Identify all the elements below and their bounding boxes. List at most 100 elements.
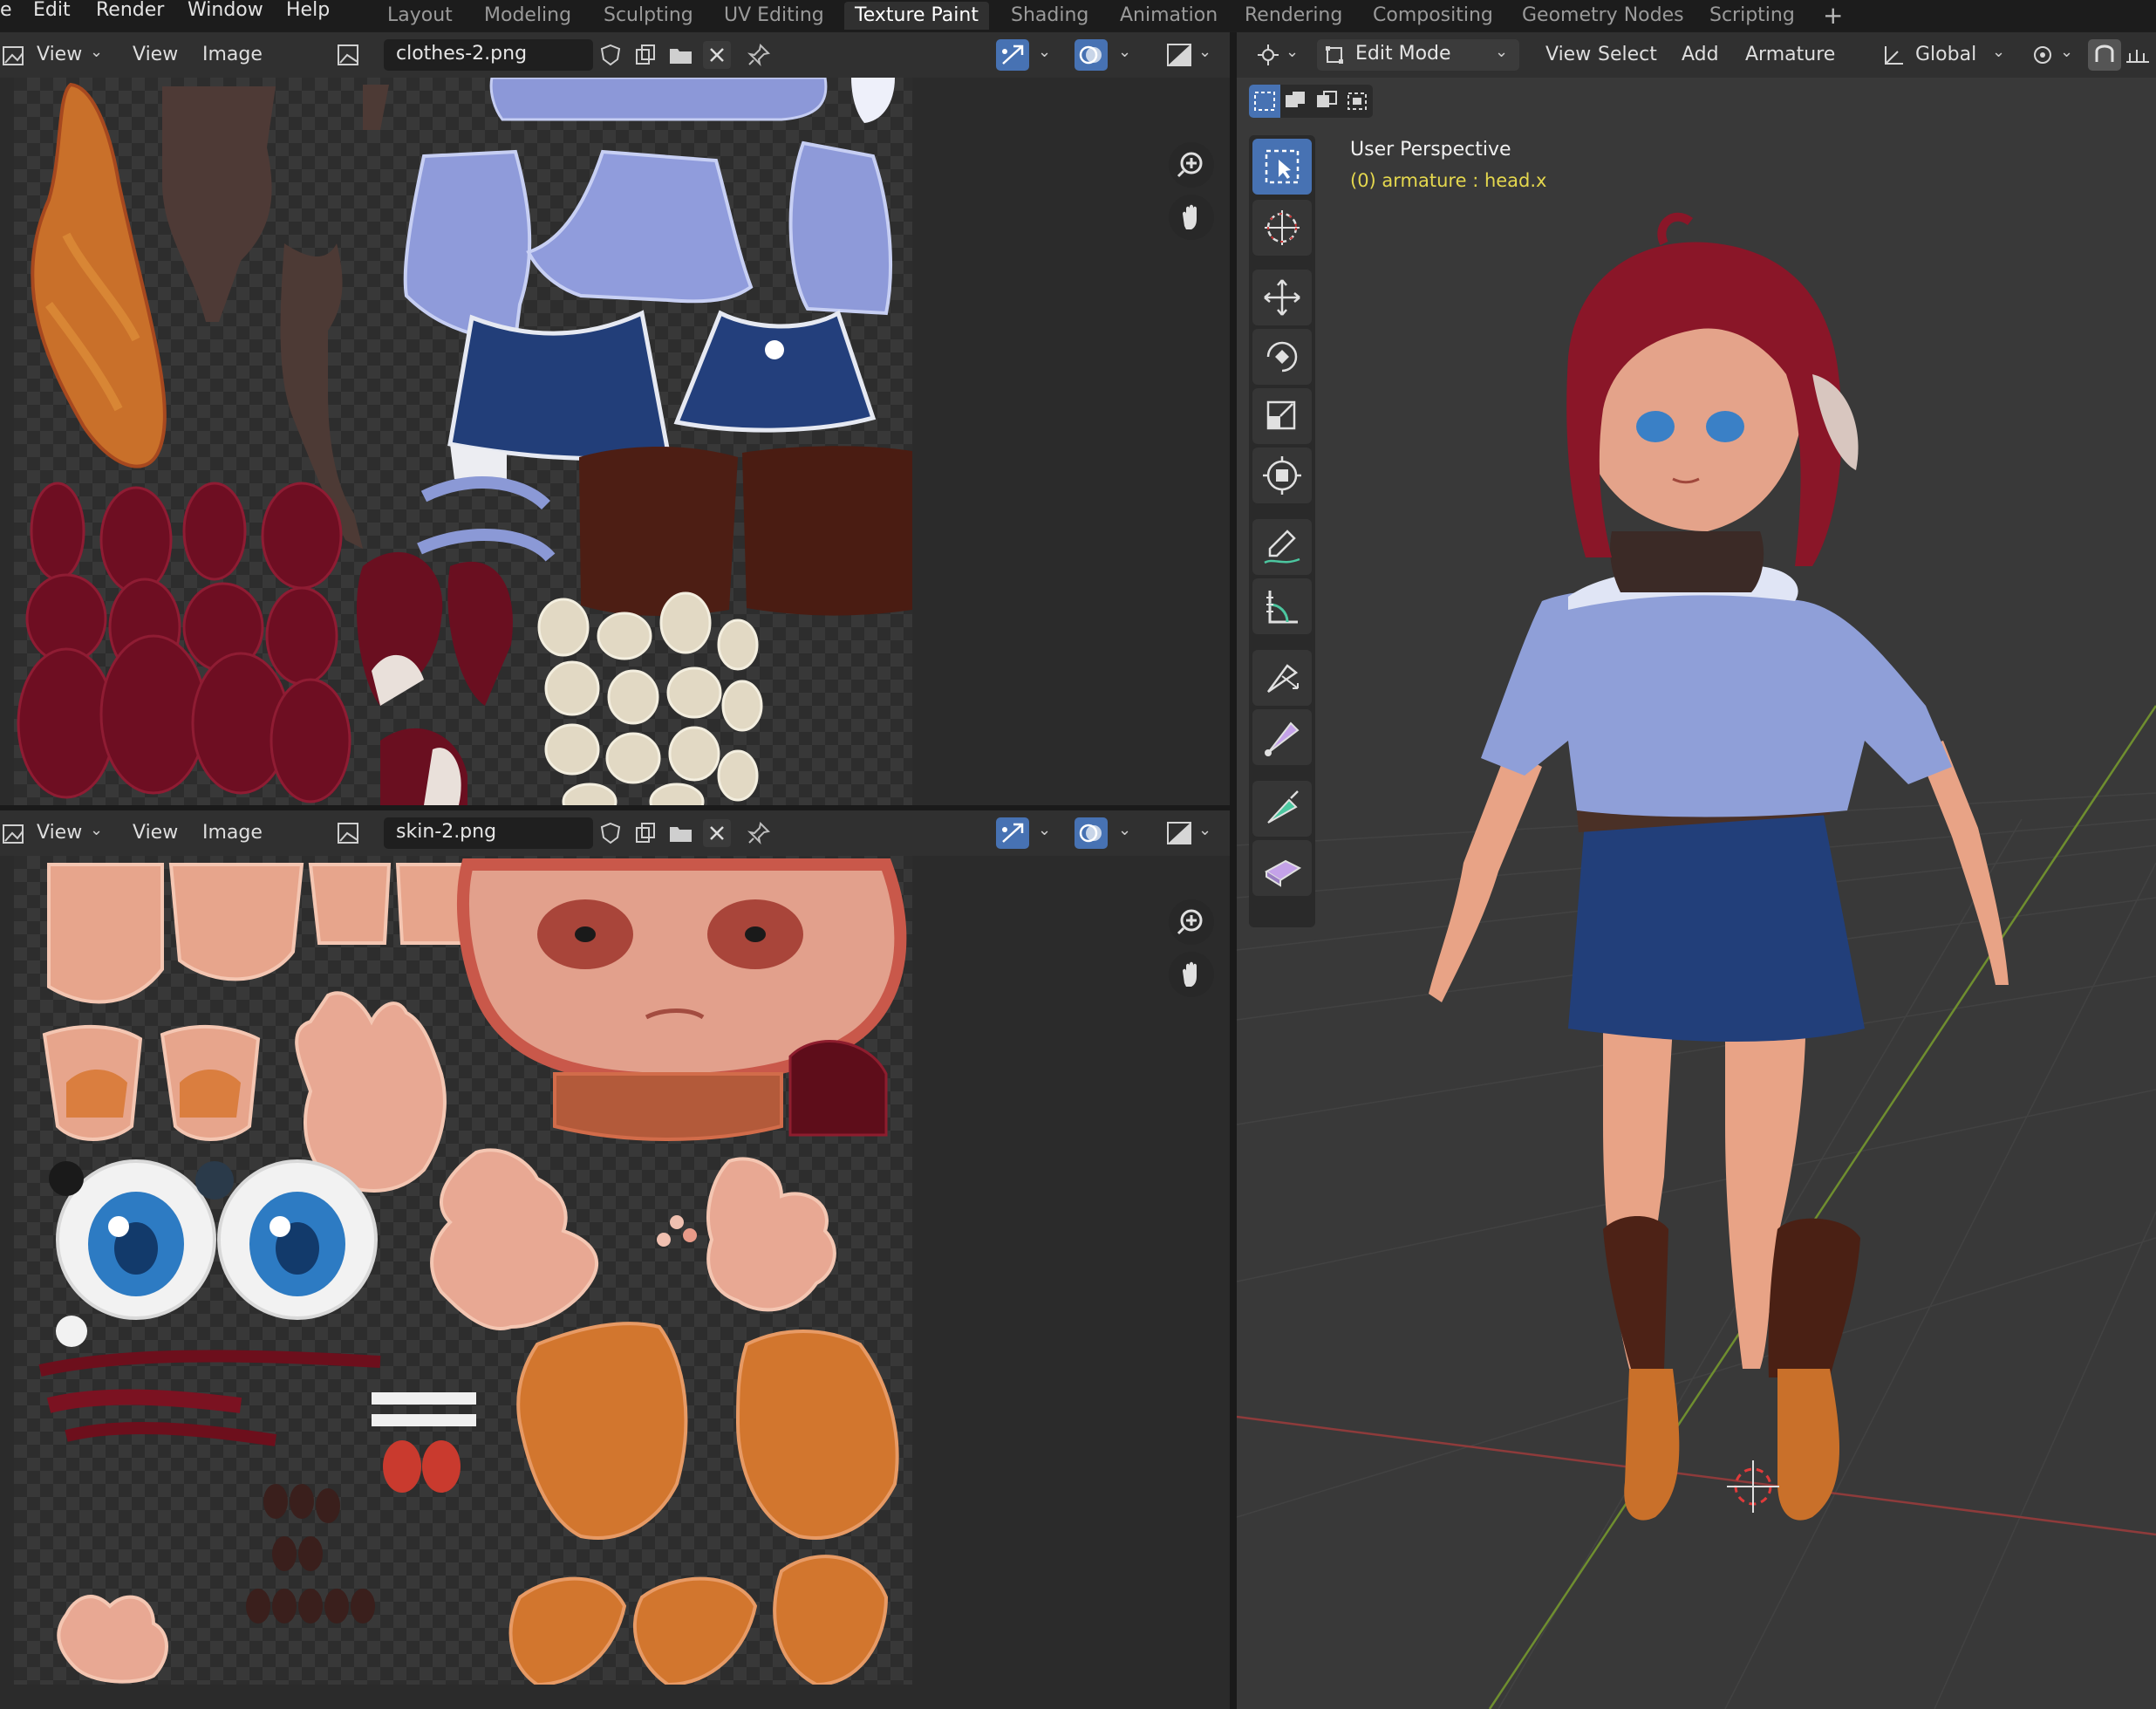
image-editor-header-bottom: View ⌄ View Image skin-2.png ⌄ ⌄ ⌄ (0, 810, 1230, 856)
image-editor-canvas-top[interactable] (0, 78, 1230, 805)
select-box-icon[interactable] (1252, 139, 1312, 195)
viewport-menu-view[interactable]: View (1545, 43, 1591, 67)
tab-animation[interactable]: Animation (1109, 2, 1228, 30)
viewport-perspective-label: User Perspective (1350, 139, 1511, 161)
transform-icon[interactable] (1252, 448, 1312, 503)
measure-icon[interactable] (1252, 578, 1312, 634)
move-icon[interactable] (1252, 270, 1312, 325)
tab-geometry-nodes[interactable]: Geometry Nodes (1511, 2, 1695, 30)
select-new-icon[interactable] (1249, 85, 1280, 118)
image-name-field[interactable]: clothes-2.png (384, 39, 593, 71)
tab-modeling[interactable]: Modeling (474, 2, 582, 30)
top-bar: e Edit Render Window Help Layout Modelin… (0, 0, 2156, 31)
chevron-down-icon[interactable]: ⌄ (1198, 43, 1211, 61)
select-mode-group (1249, 85, 1373, 118)
roll-icon[interactable] (1252, 840, 1312, 896)
chevron-down-icon[interactable]: ⌄ (1118, 43, 1131, 61)
bone-size-icon[interactable] (1252, 650, 1312, 706)
select-extend-icon[interactable] (1280, 85, 1312, 118)
menu-edit[interactable]: Edit (33, 0, 71, 21)
uv-sync-icon[interactable] (996, 39, 1029, 71)
view-menu[interactable]: View (133, 43, 178, 67)
unlink-close-icon[interactable] (703, 41, 731, 69)
select-invert-icon[interactable] (1343, 85, 1373, 118)
image-name-text: skin-2.png (396, 821, 497, 843)
chevron-down-icon[interactable]: ⌄ (1198, 821, 1211, 839)
overlays-icon[interactable] (1075, 39, 1108, 71)
zoom-in-icon[interactable] (1169, 899, 1214, 945)
cursor-icon[interactable] (1252, 200, 1312, 256)
viewport-header: ⌄ Edit Mode ⌄ View Select Add Armature G… (1237, 32, 2156, 78)
image-editor-header-top: View ⌄ View Image clothes-2.png ⌄ ⌄ ⌄ (0, 32, 1230, 78)
editor-type-3d-icon[interactable] (1256, 43, 1286, 67)
editor-type-icon[interactable] (2, 823, 26, 845)
image-name-field[interactable]: skin-2.png (384, 817, 593, 849)
tab-shading[interactable]: Shading (1000, 2, 1099, 30)
fake-user-shield-icon[interactable] (598, 43, 623, 67)
chevron-down-icon[interactable]: ⌄ (1992, 43, 2005, 61)
chevron-down-icon[interactable]: ⌄ (1118, 821, 1131, 839)
viewport-menu-select[interactable]: Select (1598, 43, 1657, 67)
extrude-icon[interactable] (1252, 781, 1312, 837)
viewport-3d[interactable]: User Perspective (0) armature : head.x (1237, 78, 2156, 1709)
chevron-down-icon[interactable]: ⌄ (1038, 43, 1051, 61)
view-menu[interactable]: View (133, 821, 178, 845)
view-dropdown[interactable]: View (37, 43, 82, 67)
unlink-close-icon[interactable] (703, 819, 731, 847)
viewport-menu-armature[interactable]: Armature (1745, 43, 1835, 67)
scale-icon[interactable] (1252, 388, 1312, 444)
menu-file[interactable]: e (0, 0, 12, 21)
duplicate-icon[interactable] (633, 43, 658, 67)
pivot-icon[interactable] (2030, 43, 2057, 67)
proportional-edit-icon[interactable] (2125, 46, 2151, 65)
snap-icon[interactable] (2088, 39, 2121, 71)
mode-dropdown[interactable]: Edit Mode ⌄ (1317, 39, 1519, 71)
chevron-down-icon: ⌄ (90, 821, 104, 839)
folder-icon[interactable] (668, 43, 694, 67)
menu-window[interactable]: Window (188, 0, 263, 21)
zoom-in-icon[interactable] (1169, 142, 1214, 188)
tab-scripting[interactable]: Scripting (1699, 2, 1805, 30)
menu-render[interactable]: Render (96, 0, 164, 21)
toolbar (1249, 135, 1315, 927)
chevron-down-icon[interactable]: ⌄ (1286, 43, 1299, 61)
image-browse-icon[interactable] (337, 43, 361, 67)
fake-user-shield-icon[interactable] (598, 821, 623, 845)
add-workspace-button[interactable]: + (1812, 2, 1853, 30)
chevron-down-icon[interactable]: ⌄ (2060, 43, 2073, 61)
pin-icon[interactable] (747, 43, 771, 67)
display-channels-icon[interactable] (1163, 39, 1197, 71)
tab-sculpting[interactable]: Sculpting (593, 2, 704, 30)
character-model (1429, 212, 2009, 1521)
mode-label: Edit Mode (1355, 43, 1451, 65)
editor-type-icon[interactable] (2, 44, 26, 67)
folder-icon[interactable] (668, 821, 694, 845)
tab-compositing[interactable]: Compositing (1362, 2, 1504, 30)
annotate-icon[interactable] (1252, 519, 1312, 575)
tab-layout[interactable]: Layout (377, 2, 463, 30)
select-subtract-icon[interactable] (1312, 85, 1343, 118)
display-channels-icon[interactable] (1163, 817, 1197, 849)
image-editor-canvas-bottom[interactable] (0, 856, 1230, 1709)
tab-uv-editing[interactable]: UV Editing (713, 2, 835, 30)
bone-envelope-icon[interactable] (1252, 709, 1312, 765)
transform-orientation-dropdown[interactable]: Global (1915, 43, 1976, 67)
hand-icon[interactable] (1169, 952, 1214, 997)
chevron-down-icon[interactable]: ⌄ (1038, 821, 1051, 839)
orientation-icon (1880, 43, 1907, 67)
menu-help[interactable]: Help (286, 0, 330, 21)
image-browse-icon[interactable] (337, 821, 361, 845)
image-menu[interactable]: Image (202, 821, 263, 845)
duplicate-icon[interactable] (633, 821, 658, 845)
rotate-icon[interactable] (1252, 329, 1312, 385)
image-menu[interactable]: Image (202, 43, 263, 67)
tab-texture-paint[interactable]: Texture Paint (844, 2, 989, 30)
overlays-icon[interactable] (1075, 817, 1108, 849)
pin-icon[interactable] (747, 821, 771, 845)
area-divider-vertical[interactable] (1230, 32, 1237, 1709)
viewport-menu-add[interactable]: Add (1682, 43, 1719, 67)
hand-icon[interactable] (1169, 195, 1214, 240)
view-dropdown[interactable]: View (37, 821, 82, 845)
uv-sync-icon[interactable] (996, 817, 1029, 849)
tab-rendering[interactable]: Rendering (1234, 2, 1353, 30)
